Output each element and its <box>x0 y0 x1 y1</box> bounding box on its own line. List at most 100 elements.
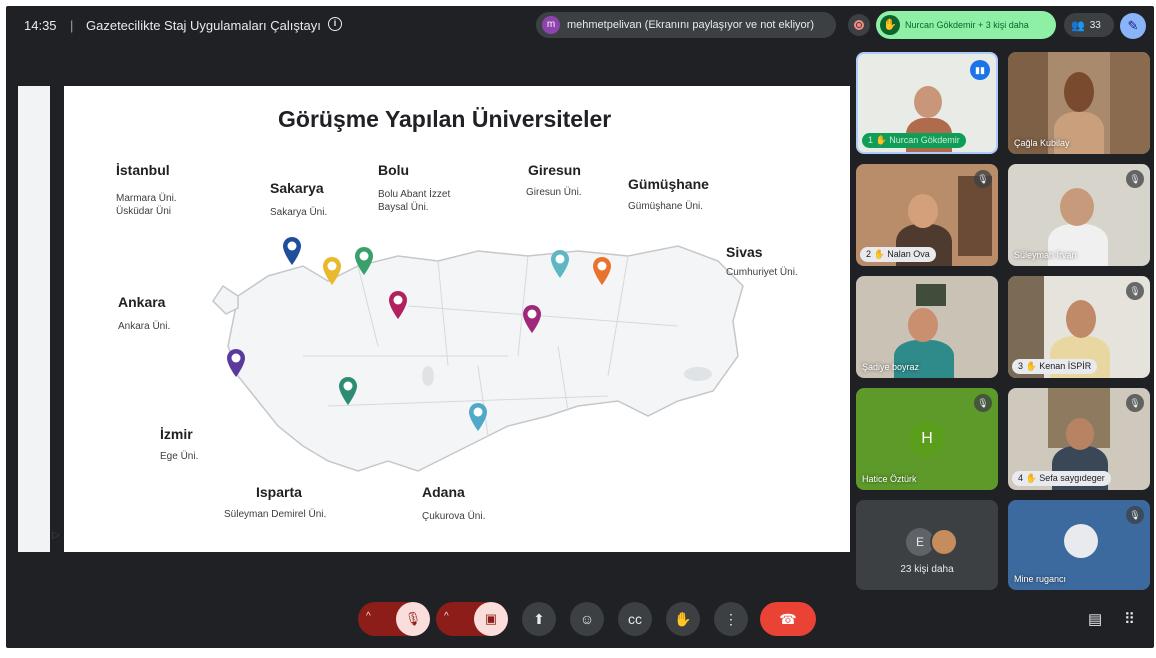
activities-grid-icon[interactable]: ⠿ <box>1124 610 1135 628</box>
map-pin-sakarya <box>322 256 342 286</box>
map-pin-istanbul <box>282 236 302 266</box>
city-label: Ankara <box>118 294 166 310</box>
participant-tile[interactable]: H 🎙 Hatice Öztürk <box>856 388 998 490</box>
more-participants-label: 23 kişi daha <box>900 564 954 575</box>
participant-tile[interactable]: 🎙 2 ✋ Nalan Ova <box>856 164 998 266</box>
raise-hand-icon[interactable]: ✋ <box>666 602 700 636</box>
video-wall-art <box>916 284 946 306</box>
participant-name: Şadiye boyraz <box>862 362 920 372</box>
mic-off-icon: 🎙 <box>1126 394 1144 412</box>
mic-off-icon[interactable]: 🎙 <box>396 602 430 636</box>
participant-tile[interactable]: 🎙 3 ✋ Kenan İSPİR <box>1008 276 1150 378</box>
mic-off-icon: 🎙 <box>1126 506 1144 524</box>
uni-label: Süleyman Demirel Üni. <box>224 509 327 520</box>
hangup-icon[interactable]: ☎ <box>760 602 816 636</box>
participant-tile[interactable]: Çağla Kubilay <box>1008 52 1150 154</box>
mic-off-icon: 🎙 <box>1126 282 1144 300</box>
mic-off-icon: 🎙 <box>1126 170 1144 188</box>
participant-name: Çağla Kubilay <box>1014 138 1070 148</box>
camera-control[interactable]: ^ ▣ <box>436 602 508 636</box>
meeting-title: Gazetecilikte Staj Uygulamaları Çalıştay… <box>86 18 321 33</box>
video-person-head <box>908 308 938 342</box>
participant-name: 3 ✋ Kenan İSPİR <box>1012 359 1098 374</box>
people-button[interactable]: 👥 33 <box>1064 13 1114 37</box>
city-label: Sivas <box>726 244 763 260</box>
clock: 14:35 <box>24 18 57 33</box>
city-label: Bolu <box>378 162 410 178</box>
participant-name: Süleyman İrvan <box>1014 250 1077 260</box>
participant-name: 4 ✋ Sefa saygıdeger <box>1012 471 1111 486</box>
video-person-head <box>1064 72 1094 112</box>
participant-name: Hatice Öztürk <box>862 474 917 484</box>
city-label: Adana <box>422 484 465 500</box>
mic-control[interactable]: ^ 🎙 <box>358 602 430 636</box>
video-bookshelf <box>1110 52 1150 154</box>
mouse-cursor-icon: ▷ <box>52 530 60 541</box>
chevron-up-icon[interactable]: ^ <box>444 611 449 622</box>
map-pin-giresun <box>550 249 570 279</box>
video-person-head <box>1066 418 1094 450</box>
city-label: Isparta <box>256 484 302 500</box>
map-pin-sivas <box>522 304 542 334</box>
mic-off-icon: 🎙 <box>974 394 992 412</box>
raised-hands-text: Nurcan Gökdemir + 3 kişi daha <box>905 20 1029 30</box>
participant-tile[interactable]: ▮▮ 1 ✋ Nurcan Gökdemir <box>856 52 998 154</box>
video-person-head <box>1060 188 1094 226</box>
presenter-avatar: m <box>542 16 560 34</box>
speaking-indicator-icon: ▮▮ <box>970 60 990 80</box>
uni-label: Bolu Abant İzzet Baysal Üni. <box>378 189 451 213</box>
participant-name: 1 ✋ Nurcan Gökdemir <box>862 133 966 148</box>
participant-name: 2 ✋ Nalan Ova <box>860 247 936 262</box>
chat-icon[interactable]: ▤ <box>1088 610 1102 628</box>
people-icon: 👥 <box>1071 19 1085 32</box>
chevron-up-icon[interactable]: ^ <box>366 611 371 622</box>
map-pin-isparta <box>338 376 358 406</box>
slide-margin <box>18 86 50 552</box>
annotate-pen-icon[interactable]: ✎ <box>1120 13 1146 39</box>
video-person-head <box>908 194 938 228</box>
participant-tile[interactable]: 🎙 Mine rugancı <box>1008 500 1150 590</box>
map-pin-bolu <box>354 246 374 276</box>
uni-label: Gümüşhane Üni. <box>628 201 704 212</box>
presenter-status: mehmetpelivan (Ekranını paylaşıyor ve no… <box>567 19 814 31</box>
present-icon[interactable]: ⬆ <box>522 602 556 636</box>
uni-label: Ankara Üni. <box>118 321 171 332</box>
uni-label: Ege Üni. <box>160 451 199 462</box>
emoji-icon[interactable]: ☺ <box>570 602 604 636</box>
map-pin-gumushane <box>592 256 612 286</box>
captions-icon[interactable]: cc <box>618 602 652 636</box>
more-participants-tile[interactable]: E 23 kişi daha <box>856 500 998 590</box>
participant-tile[interactable]: Şadiye boyraz <box>856 276 998 378</box>
video-person-head <box>1066 300 1096 338</box>
city-label: İzmir <box>160 426 193 442</box>
slide-title: Görüşme Yapılan Üniversiteler <box>278 106 612 132</box>
map-pin-adana <box>468 402 488 432</box>
participant-tile[interactable]: 🎙 Süleyman İrvan <box>1008 164 1150 266</box>
presenter-chip[interactable]: m mehmetpelivan (Ekranını paylaşıyor ve … <box>536 12 836 38</box>
camera-off-icon[interactable]: ▣ <box>474 602 508 636</box>
participant-tile[interactable]: 🎙 4 ✋ Sefa saygıdeger <box>1008 388 1150 490</box>
uni-label: Çukurova Üni. <box>422 511 486 522</box>
info-icon[interactable]: i <box>328 17 342 31</box>
uni-label: Sakarya Üni. <box>270 207 328 218</box>
map-pin-izmir <box>226 348 246 378</box>
city-label: İstanbul <box>116 162 170 178</box>
separator: | <box>70 18 74 33</box>
video-bookshelf <box>958 176 992 256</box>
participant-avatar <box>1064 524 1098 558</box>
more-options-icon[interactable]: ⋮ <box>714 602 748 636</box>
recording-icon[interactable] <box>848 14 870 36</box>
city-label: Sakarya <box>270 180 324 196</box>
slide-divider <box>50 86 64 552</box>
city-label: Giresun <box>528 162 581 178</box>
uni-label: Marmara Üni. Üsküdar Üni <box>116 193 177 217</box>
participant-avatar: H <box>909 421 945 457</box>
top-bar: 14:35 | Gazetecilikte Staj Uygulamaları … <box>6 6 1154 46</box>
shared-screen: Görüşme Yapılan Üniversiteler İstanbul M… <box>18 86 850 552</box>
participant-photo <box>930 528 958 556</box>
mic-off-icon: 🎙 <box>974 170 992 188</box>
raised-hands-chip[interactable]: ✋ Nurcan Gökdemir + 3 kişi daha <box>876 11 1056 39</box>
uni-label: Cumhuriyet Üni. <box>726 267 798 278</box>
video-person-head <box>914 86 942 118</box>
uni-label: Giresun Üni. <box>526 187 582 198</box>
